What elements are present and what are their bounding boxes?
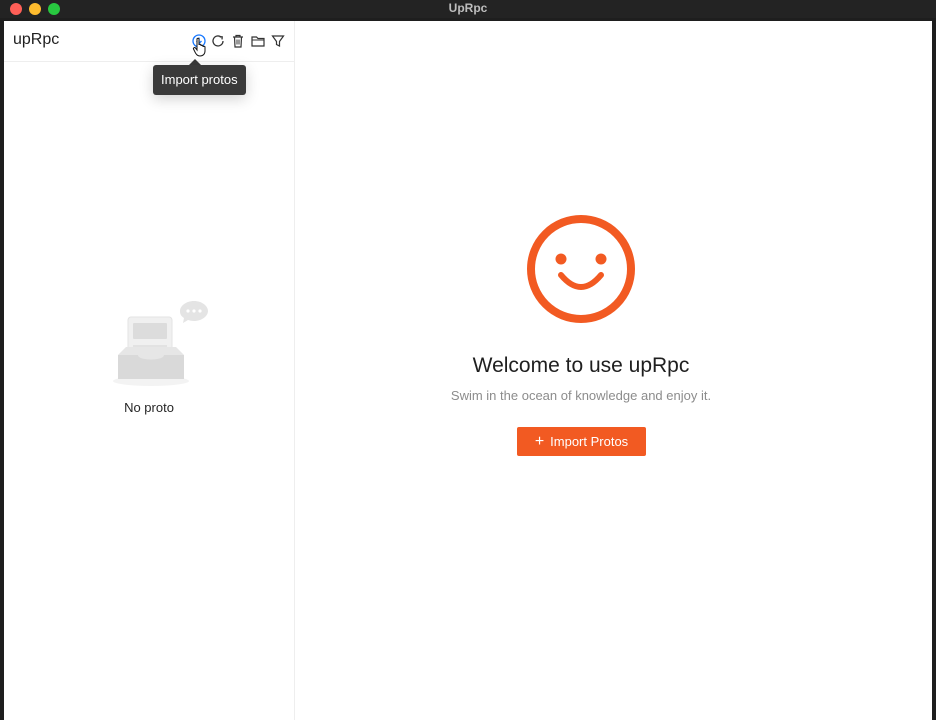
app-name: upRpc bbox=[13, 31, 60, 48]
app-content: upRpc Import protos No proto Welcome to … bbox=[4, 21, 932, 720]
welcome-title: Welcome to use upRpc bbox=[472, 354, 690, 377]
sidebar-header: upRpc bbox=[4, 21, 294, 62]
main-panel: Welcome to use upRpc Swim in the ocean o… bbox=[295, 21, 932, 720]
refresh-icon[interactable] bbox=[210, 33, 226, 49]
welcome-subtitle: Swim in the ocean of knowledge and enjoy… bbox=[450, 388, 712, 403]
sidebar: upRpc Import protos No proto bbox=[4, 21, 295, 720]
hand-cursor-icon bbox=[192, 37, 206, 57]
window-title: UpRpc bbox=[448, 1, 488, 15]
title-bar: UpRpc bbox=[0, 0, 936, 18]
import-tooltip: Import protos bbox=[153, 65, 246, 95]
empty-inbox-icon bbox=[113, 301, 208, 386]
import-protos-label: Import Protos bbox=[550, 434, 629, 449]
import-protos-button[interactable]: + Import Protos bbox=[517, 427, 646, 456]
app-window: UpRpc upRpc Import protos No proto Welco… bbox=[0, 0, 936, 720]
plus-icon: + bbox=[534, 432, 545, 450]
folder-icon[interactable] bbox=[250, 33, 266, 49]
filter-icon[interactable] bbox=[270, 33, 286, 49]
smile-icon bbox=[527, 215, 635, 323]
trash-icon[interactable] bbox=[230, 33, 246, 49]
empty-state-text: No proto bbox=[124, 400, 174, 415]
